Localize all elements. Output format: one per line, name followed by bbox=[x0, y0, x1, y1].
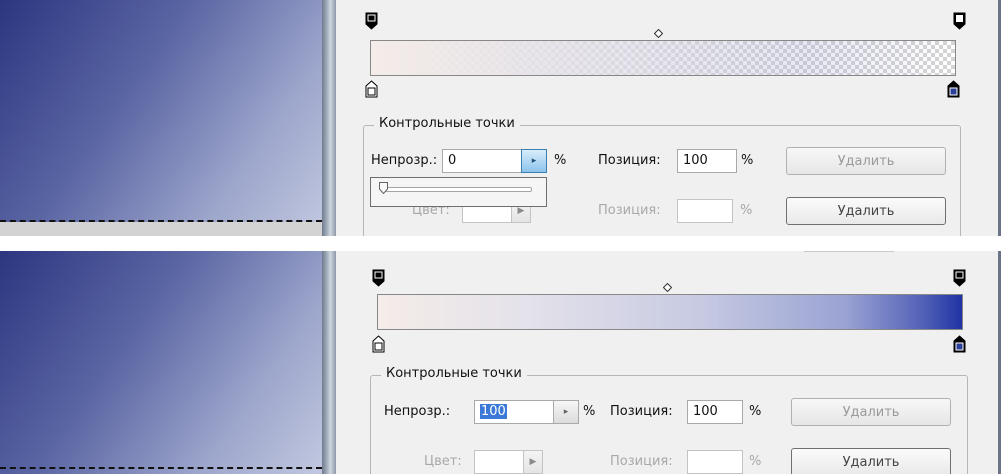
opacity-value-selected: 100 bbox=[480, 404, 507, 419]
color-label: Цвет: bbox=[424, 454, 462, 469]
color-location-label: Позиция: bbox=[610, 454, 673, 469]
opacity-slider-toggle[interactable]: ▸ bbox=[521, 149, 547, 173]
opacity-location-value: 100 bbox=[683, 153, 708, 168]
opacity-location-input[interactable]: 100 bbox=[687, 400, 743, 424]
opacity-value: 0 bbox=[448, 153, 457, 168]
window-divider bbox=[322, 0, 336, 236]
color-stop-icon[interactable] bbox=[365, 80, 378, 98]
triangle-right-icon: ▶ bbox=[529, 457, 537, 467]
canvas-gradient-preview bbox=[0, 0, 322, 236]
triangle-right-icon: ▶ bbox=[517, 206, 525, 216]
color-location-input[interactable] bbox=[677, 199, 733, 223]
color-location-label: Позиция: bbox=[598, 203, 661, 218]
gradient-editor-dialog: Контрольные точки Непрозр.: 100 ▸ % Пози… bbox=[336, 251, 1001, 474]
color-delete-button[interactable]: Удалить bbox=[786, 197, 946, 225]
color-picker-arrow[interactable]: ▶ bbox=[523, 450, 543, 474]
opacity-delete-button[interactable]: Удалить bbox=[786, 147, 946, 175]
color-swatch[interactable] bbox=[474, 450, 524, 474]
selection-marquee bbox=[0, 220, 322, 222]
triangle-right-icon: ▸ bbox=[531, 156, 537, 166]
opacity-stop-icon[interactable] bbox=[365, 12, 378, 30]
opacity-slider-track[interactable] bbox=[383, 187, 532, 192]
color-stop-icon-selected[interactable] bbox=[947, 80, 960, 98]
midpoint-diamond-icon[interactable] bbox=[662, 281, 673, 293]
color-stop-icon-selected[interactable] bbox=[953, 335, 966, 353]
opacity-delete-button[interactable]: Удалить bbox=[791, 398, 951, 426]
opacity-stop-icon-selected[interactable] bbox=[953, 12, 966, 30]
dialog-separator bbox=[804, 251, 894, 252]
opacity-input[interactable]: 100 bbox=[474, 400, 554, 424]
color-stop-icon[interactable] bbox=[372, 335, 385, 353]
window-divider bbox=[322, 251, 336, 474]
opacity-slider-toggle[interactable]: ▸ bbox=[553, 400, 579, 424]
color-location-unit: % bbox=[749, 454, 762, 469]
stops-group-title: Контрольные точки bbox=[374, 116, 520, 131]
gradient-editor-bottom: Контрольные точки Непрозр.: 100 ▸ % Пози… bbox=[0, 251, 1001, 474]
color-location-unit: % bbox=[740, 203, 753, 218]
triangle-right-icon: ▸ bbox=[563, 407, 569, 417]
opacity-location-input[interactable]: 100 bbox=[677, 149, 737, 173]
gradient-bar[interactable] bbox=[370, 40, 956, 76]
canvas-gradient-preview bbox=[0, 251, 322, 474]
opacity-stop-icon[interactable] bbox=[372, 269, 385, 287]
midpoint-diamond-icon[interactable] bbox=[653, 27, 664, 39]
opacity-location-label: Позиция: bbox=[598, 153, 661, 168]
selection-marquee bbox=[0, 467, 322, 469]
opacity-location-label: Позиция: bbox=[610, 404, 673, 419]
canvas-gray-strip bbox=[0, 222, 322, 236]
opacity-label: Непрозр.: bbox=[371, 153, 438, 168]
slider-thumb-icon[interactable] bbox=[379, 182, 388, 195]
gradient-bar[interactable] bbox=[377, 294, 963, 330]
opacity-unit: % bbox=[583, 404, 596, 419]
opacity-slider-popup bbox=[370, 177, 547, 207]
color-location-input[interactable] bbox=[687, 450, 743, 474]
gradient-editor-top: Контрольные точки Непрозр.: 0 ▸ % Позици… bbox=[0, 0, 1001, 236]
stops-group-title: Контрольные точки bbox=[381, 366, 527, 381]
opacity-location-value: 100 bbox=[693, 404, 718, 419]
opacity-label: Непрозр.: bbox=[384, 404, 451, 419]
color-delete-button[interactable]: Удалить bbox=[791, 448, 951, 474]
opacity-stop-icon-selected[interactable] bbox=[953, 269, 966, 287]
opacity-unit: % bbox=[554, 153, 567, 168]
opacity-location-unit: % bbox=[749, 404, 762, 419]
opacity-input[interactable]: 0 bbox=[442, 149, 522, 173]
opacity-location-unit: % bbox=[741, 153, 754, 168]
